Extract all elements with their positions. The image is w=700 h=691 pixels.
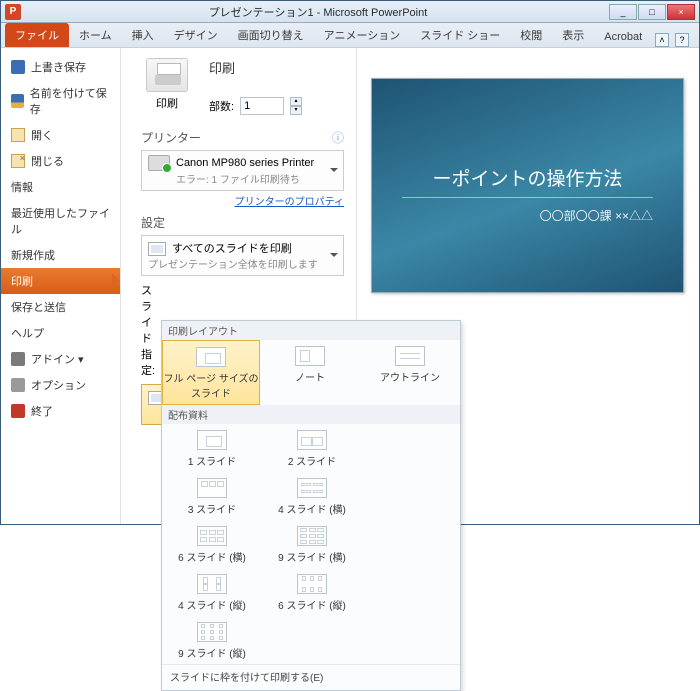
slide-preview: ーポイントの操作方法 〇〇部〇〇課 ××△△ (371, 78, 684, 293)
open-icon (11, 128, 25, 142)
minimize-button[interactable]: _ (609, 4, 637, 20)
sidebar-item-save[interactable]: 上書き保存 (1, 54, 120, 80)
sidebar-item-help[interactable]: ヘルプ (1, 320, 120, 346)
tab-acrobat[interactable]: Acrobat (594, 27, 652, 47)
tab-home[interactable]: ホーム (69, 23, 122, 47)
copies-label: 部数: (209, 98, 234, 114)
powerpoint-icon: P (5, 4, 21, 20)
copies-input[interactable] (240, 97, 284, 115)
close-icon (11, 154, 25, 168)
help-icon[interactable]: ? (675, 33, 689, 47)
close-window-button[interactable]: × (667, 4, 695, 20)
print-range-dropdown[interactable]: すべてのスライドを印刷 プレゼンテーション全体を印刷します (141, 235, 344, 276)
slides-icon (148, 242, 166, 256)
tab-review[interactable]: 校閲 (510, 23, 552, 47)
maximize-button[interactable]: □ (638, 4, 666, 20)
sidebar-item-info[interactable]: 情報 (1, 174, 120, 200)
sidebar-item-recent[interactable]: 最近使用したファイル (1, 200, 120, 242)
handout-2[interactable]: 2 スライド (262, 424, 362, 472)
handout-9v[interactable]: 9 スライド (縦) (162, 616, 262, 664)
saveas-icon (11, 94, 24, 108)
handout-4h[interactable]: 4 スライド (横) (262, 472, 362, 520)
handout-6v[interactable]: 6 スライド (縦) (262, 568, 362, 616)
popup-frame-option[interactable]: スライドに枠を付けて印刷する(E) (162, 664, 460, 688)
window-title: プレゼンテーション1 - Microsoft PowerPoint (27, 4, 609, 20)
layout-popup: 印刷レイアウト フル ページ サイズのスライド ノート アウトライン 配布資料 … (161, 320, 461, 691)
popup-group-layout: 印刷レイアウト (162, 321, 460, 340)
info-icon[interactable]: ⓘ (332, 129, 344, 146)
tab-design[interactable]: デザイン (164, 23, 228, 47)
sidebar-item-saveas[interactable]: 名前を付けて保存 (1, 80, 120, 122)
printer-section-title: プリンター (141, 129, 201, 146)
tab-transition[interactable]: 画面切り替え (228, 23, 314, 47)
tab-view[interactable]: 表示 (552, 23, 594, 47)
handout-4v[interactable]: 4 スライド (縦) (162, 568, 262, 616)
tab-slideshow[interactable]: スライド ショー (410, 23, 510, 47)
sidebar-item-option[interactable]: オプション (1, 372, 120, 398)
chevron-down-icon (330, 168, 338, 176)
print-button[interactable]: 印刷 (141, 58, 193, 111)
sidebar-item-new[interactable]: 新規作成 (1, 242, 120, 268)
sidebar-item-open[interactable]: 開く (1, 122, 120, 148)
handout-1[interactable]: 1 スライド (162, 424, 262, 472)
backstage-sidebar: 上書き保存 名前を付けて保存 開く 閉じる 情報 最近使用したファイル 新規作成… (1, 48, 121, 524)
sidebar-item-addin[interactable]: アドイン ▾ (1, 346, 120, 372)
printer-properties-link[interactable]: プリンターのプロパティ (235, 197, 344, 208)
tab-file[interactable]: ファイル (5, 23, 69, 47)
tab-animation[interactable]: アニメーション (314, 23, 411, 47)
sidebar-item-print[interactable]: 印刷 (1, 268, 120, 294)
copies-spinner[interactable]: ▴▾ (290, 97, 302, 115)
option-icon (11, 378, 25, 392)
addin-icon (11, 352, 25, 366)
settings-section-title: 設定 (141, 214, 165, 231)
layout-option-note[interactable]: ノート (260, 340, 360, 405)
sidebar-item-exit[interactable]: 終了 (1, 398, 120, 424)
handout-9h[interactable]: 9 スライド (横) (262, 520, 362, 568)
printer-status: エラー: 1 ファイル印刷待ち (176, 171, 337, 186)
printer-dropdown[interactable]: Canon MP980 series Printer エラー: 1 ファイル印刷… (141, 150, 344, 191)
sidebar-item-close[interactable]: 閉じる (1, 148, 120, 174)
save-icon (11, 60, 25, 74)
sidebar-item-send[interactable]: 保存と送信 (1, 294, 120, 320)
slide-title: ーポイントの操作方法 (392, 164, 663, 191)
print-button-label: 印刷 (141, 95, 193, 111)
exit-icon (11, 404, 25, 418)
ribbon-minimize-icon[interactable]: ˄ (655, 33, 669, 47)
print-heading: 印刷 (209, 58, 302, 77)
slide-range-label: スライド指定: (141, 282, 155, 378)
handout-6h[interactable]: 6 スライド (横) (162, 520, 262, 568)
layout-option-outline[interactable]: アウトライン (360, 340, 460, 405)
titlebar: P プレゼンテーション1 - Microsoft PowerPoint _ □ … (1, 1, 699, 23)
layout-option-full[interactable]: フル ページ サイズのスライド (162, 340, 260, 405)
ribbon-tabs: ファイル ホーム 挿入 デザイン 画面切り替え アニメーション スライド ショー… (1, 23, 699, 48)
slide-subtitle: 〇〇部〇〇課 ××△△ (540, 207, 653, 224)
popup-group-handout: 配布資料 (162, 405, 460, 424)
printer-icon (148, 155, 170, 171)
handout-3[interactable]: 3 スライド (162, 472, 262, 520)
chevron-down-icon (330, 253, 338, 261)
printer-big-icon (146, 58, 188, 92)
tab-insert[interactable]: 挿入 (122, 23, 164, 47)
